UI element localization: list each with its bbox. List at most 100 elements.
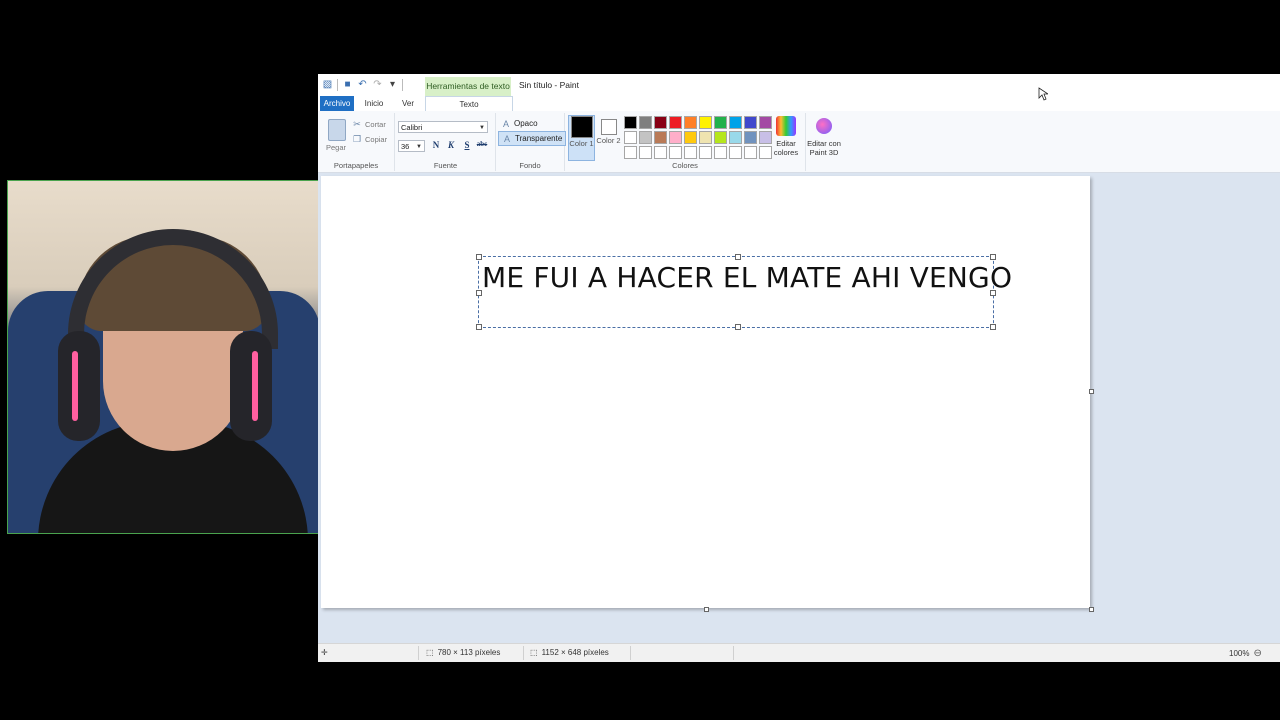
zoom-control[interactable]: 100% ⊖ bbox=[1229, 648, 1262, 659]
palette-swatch[interactable] bbox=[714, 146, 727, 159]
bold-button[interactable]: N bbox=[430, 140, 442, 150]
color2-button[interactable]: Color 2 bbox=[596, 115, 621, 159]
window-title: Sin título - Paint bbox=[519, 80, 580, 90]
palette-swatch[interactable] bbox=[639, 146, 652, 159]
resize-handle[interactable] bbox=[476, 254, 482, 260]
opaque-icon: A bbox=[502, 118, 509, 129]
canvas-area[interactable]: ME FUI A HACER EL MATE AHI VENGO bbox=[318, 173, 1280, 643]
chevron-down-icon: ▼ bbox=[416, 144, 422, 150]
font-size-select[interactable]: 36 ▼ bbox=[398, 140, 425, 152]
canvas-resize-handle[interactable] bbox=[704, 607, 709, 612]
palette-swatch[interactable] bbox=[624, 116, 637, 129]
palette-swatch[interactable] bbox=[624, 131, 637, 144]
font-group-label: Fuente bbox=[433, 161, 458, 170]
color1-button[interactable]: Color 1 bbox=[568, 115, 595, 161]
resize-handle[interactable] bbox=[990, 254, 996, 260]
palette-swatch[interactable] bbox=[684, 146, 697, 159]
background-group-label: Fondo bbox=[519, 161, 541, 170]
headphone-left bbox=[58, 331, 100, 441]
undo-icon[interactable]: ↶ bbox=[357, 78, 368, 92]
color2-label: Color 2 bbox=[596, 136, 621, 145]
tab-file[interactable]: Archivo bbox=[320, 96, 354, 111]
customize-dropdown-icon[interactable]: ▾ bbox=[387, 78, 398, 92]
palette-swatch[interactable] bbox=[639, 116, 652, 129]
headphone-led-left bbox=[72, 351, 78, 421]
edit-colors-label: Editar colores bbox=[773, 139, 799, 157]
palette-swatch[interactable] bbox=[729, 131, 742, 144]
divider bbox=[418, 646, 419, 660]
chevron-down-icon: ▼ bbox=[479, 125, 485, 131]
move-cursor-icon: ✛ bbox=[321, 648, 328, 657]
palette-swatch[interactable] bbox=[669, 116, 682, 129]
palette-swatch[interactable] bbox=[744, 146, 757, 159]
headphone-led-right bbox=[252, 351, 258, 421]
title-bar: ▧ ■ ↶ ↷ ▾ Herramientas de texto Sin títu… bbox=[318, 74, 1280, 96]
palette-swatch[interactable] bbox=[729, 116, 742, 129]
color-palette bbox=[624, 116, 772, 159]
font-family-select[interactable]: Calibri ▼ bbox=[398, 121, 488, 133]
drawing-canvas[interactable]: ME FUI A HACER EL MATE AHI VENGO bbox=[321, 176, 1090, 608]
palette-swatch[interactable] bbox=[684, 116, 697, 129]
palette-swatch[interactable] bbox=[669, 131, 682, 144]
resize-handle[interactable] bbox=[735, 254, 741, 260]
divider bbox=[523, 646, 524, 660]
canvas-text[interactable]: ME FUI A HACER EL MATE AHI VENGO bbox=[482, 261, 1012, 294]
resize-handle[interactable] bbox=[735, 324, 741, 330]
color1-label: Color 1 bbox=[569, 139, 594, 148]
strikethrough-button[interactable]: abc bbox=[476, 140, 488, 148]
selection-icon: ⬚ bbox=[426, 648, 434, 657]
palette-swatch[interactable] bbox=[744, 131, 757, 144]
zoom-out-icon[interactable]: ⊖ bbox=[1253, 648, 1261, 659]
palette-swatch[interactable] bbox=[729, 146, 742, 159]
palette-swatch[interactable] bbox=[654, 116, 667, 129]
canvas-resize-handle[interactable] bbox=[1089, 389, 1094, 394]
tab-home[interactable]: Inicio bbox=[358, 96, 390, 111]
webcam-overlay bbox=[7, 180, 319, 534]
background-group: A Opaco A Transparente Fondo bbox=[496, 113, 567, 171]
palette-swatch[interactable] bbox=[699, 146, 712, 159]
resize-handle[interactable] bbox=[476, 324, 482, 330]
font-size-value: 36 bbox=[401, 142, 410, 151]
transparent-option[interactable]: A Transparente bbox=[498, 131, 567, 146]
palette-swatch[interactable] bbox=[699, 116, 712, 129]
ribbon: Pegar ✂ Cortar ❐ Copiar Portapapeles Cal… bbox=[318, 111, 1280, 173]
image-size-icon: ⬚ bbox=[530, 648, 538, 657]
paint3d-icon bbox=[816, 118, 832, 134]
paint-app-icon: ▧ bbox=[322, 79, 333, 90]
status-bar: ✛ ⬚ 780 × 113 píxeles ⬚ 1152 × 648 píxel… bbox=[318, 643, 1280, 662]
palette-swatch[interactable] bbox=[744, 116, 757, 129]
transparent-icon: A bbox=[503, 133, 510, 144]
mouse-cursor-icon bbox=[1038, 87, 1048, 101]
edit-with-paint3d-button[interactable]: Editar con Paint 3D bbox=[806, 116, 842, 157]
edit-colors-button[interactable]: Editar colores bbox=[770, 116, 802, 157]
palette-swatch[interactable] bbox=[639, 131, 652, 144]
headphone-right bbox=[230, 331, 272, 441]
palette-swatch[interactable] bbox=[699, 131, 712, 144]
resize-handle[interactable] bbox=[990, 290, 996, 296]
underline-button[interactable]: S bbox=[461, 140, 473, 150]
save-icon[interactable]: ■ bbox=[342, 78, 353, 92]
palette-swatch[interactable] bbox=[654, 131, 667, 144]
paint-window: ▧ ■ ↶ ↷ ▾ Herramientas de texto Sin títu… bbox=[318, 74, 1280, 662]
palette-swatch[interactable] bbox=[669, 146, 682, 159]
tab-view[interactable]: Ver bbox=[394, 96, 422, 111]
context-tab-text-tools: Herramientas de texto bbox=[425, 77, 511, 96]
resize-handle[interactable] bbox=[990, 324, 996, 330]
opaque-label: Opaco bbox=[514, 119, 538, 128]
palette-swatch[interactable] bbox=[684, 131, 697, 144]
palette-swatch[interactable] bbox=[714, 116, 727, 129]
italic-button[interactable]: K bbox=[445, 140, 457, 150]
redo-icon[interactable]: ↷ bbox=[372, 78, 383, 92]
font-family-value: Calibri bbox=[401, 123, 423, 132]
zoom-level: 100% bbox=[1229, 649, 1250, 658]
selection-size: ⬚ 780 × 113 píxeles bbox=[426, 648, 500, 657]
opaque-option[interactable]: A Opaco bbox=[498, 117, 541, 130]
resize-handle[interactable] bbox=[476, 290, 482, 296]
selection-size-text: 780 × 113 píxeles bbox=[437, 648, 501, 657]
palette-swatch[interactable] bbox=[624, 146, 637, 159]
divider bbox=[733, 646, 734, 660]
palette-swatch[interactable] bbox=[714, 131, 727, 144]
text-box[interactable]: ME FUI A HACER EL MATE AHI VENGO bbox=[476, 254, 1012, 330]
palette-swatch[interactable] bbox=[654, 146, 667, 159]
canvas-resize-handle[interactable] bbox=[1089, 607, 1094, 612]
